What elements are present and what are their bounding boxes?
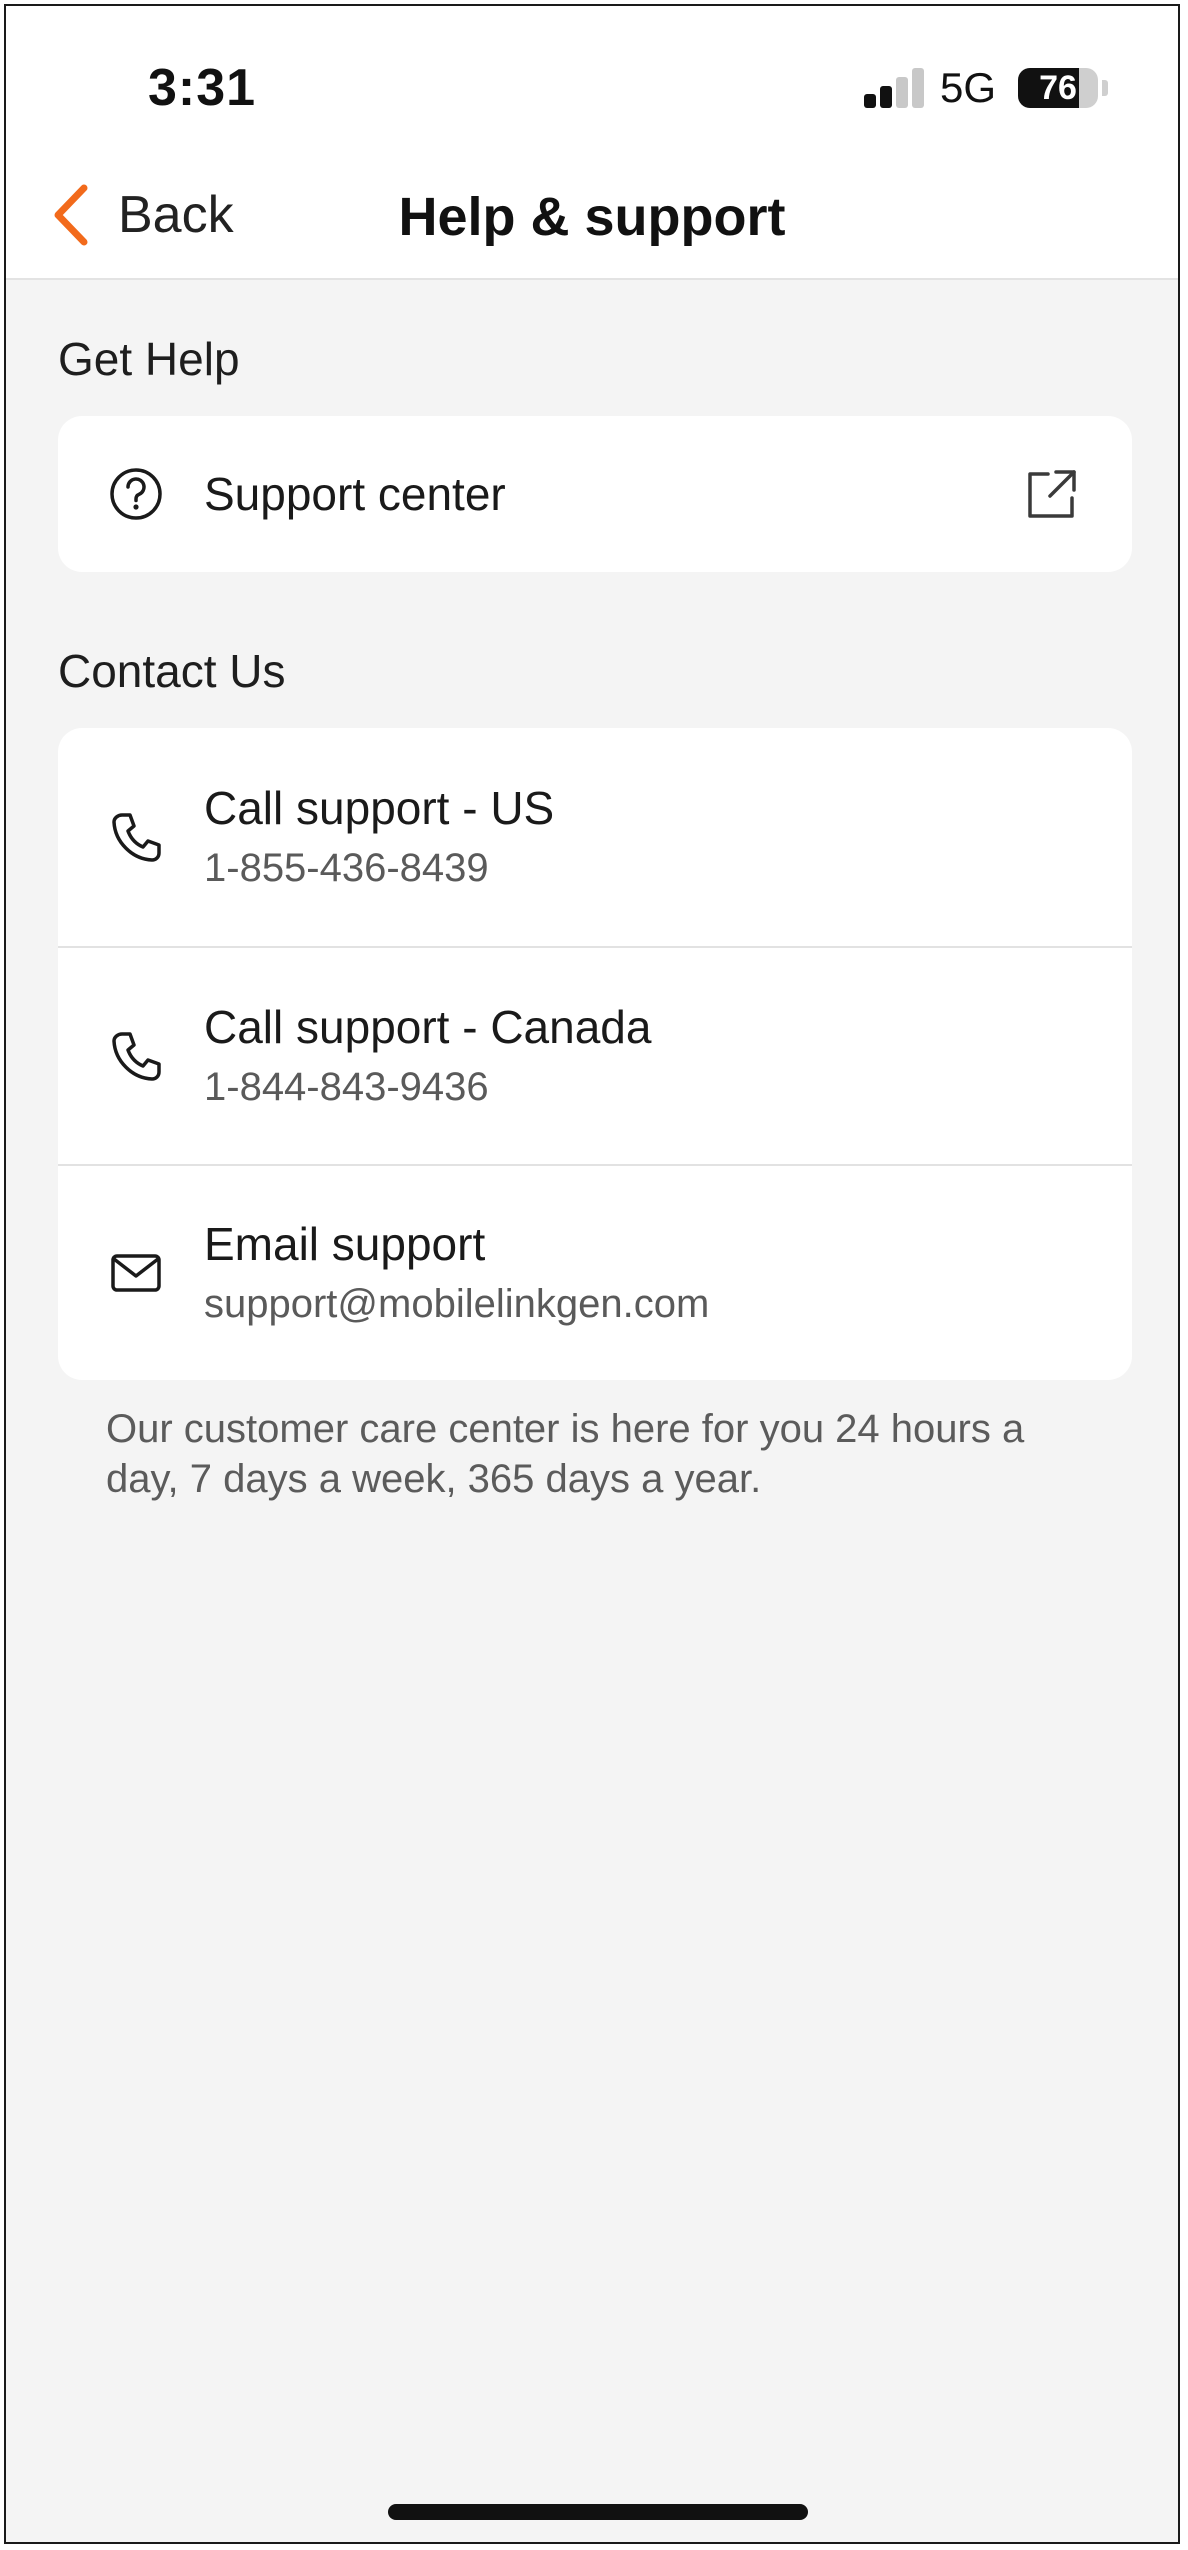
status-time: 3:31: [148, 59, 257, 117]
mail-icon: [111, 1254, 161, 1292]
email-support-item[interactable]: Email support support@mobilelinkgen.com: [58, 1164, 1132, 1380]
get-help-card: Support center: [58, 416, 1132, 572]
contact-us-card: Call support - US 1-855-436-8439 Call su…: [58, 728, 1132, 1380]
section-label-get-help: Get Help: [58, 333, 240, 385]
page-title: Help & support: [398, 187, 786, 247]
external-link-icon: [1028, 470, 1076, 518]
top-bar: 3:31 5G 76 Back Help & support: [6, 6, 1178, 280]
call-support-us-number: 1-855-436-8439: [204, 846, 489, 890]
call-support-canada-title: Call support - Canada: [204, 1001, 652, 1053]
phone-icon: [112, 813, 161, 862]
support-hours-note: Our customer care center is here for you…: [106, 1407, 1025, 1501]
network-type: 5G: [940, 64, 997, 111]
support-center-item[interactable]: Support center: [58, 416, 1132, 572]
section-label-contact-us: Contact Us: [58, 645, 286, 697]
call-support-canada-item[interactable]: Call support - Canada 1-844-843-9436: [58, 946, 1132, 1164]
home-indicator[interactable]: [388, 2504, 808, 2520]
email-support-address: support@mobilelinkgen.com: [204, 1282, 710, 1326]
app-screen: 3:31 5G 76 Back Help & support Get Help: [4, 4, 1180, 2544]
email-support-title: Email support: [204, 1218, 486, 1270]
battery-icon: 76: [1018, 68, 1098, 108]
call-support-us-title: Call support - US: [204, 782, 555, 834]
call-support-canada-number: 1-844-843-9436: [204, 1065, 489, 1109]
battery-tip: [1102, 80, 1108, 96]
support-center-label: Support center: [204, 468, 506, 520]
help-circle-icon: [110, 468, 162, 520]
call-support-us-item[interactable]: Call support - US 1-855-436-8439: [58, 728, 1132, 946]
cellular-signal-icon: [864, 68, 926, 108]
phone-icon: [112, 1032, 161, 1081]
battery-level: 76: [1039, 69, 1077, 107]
